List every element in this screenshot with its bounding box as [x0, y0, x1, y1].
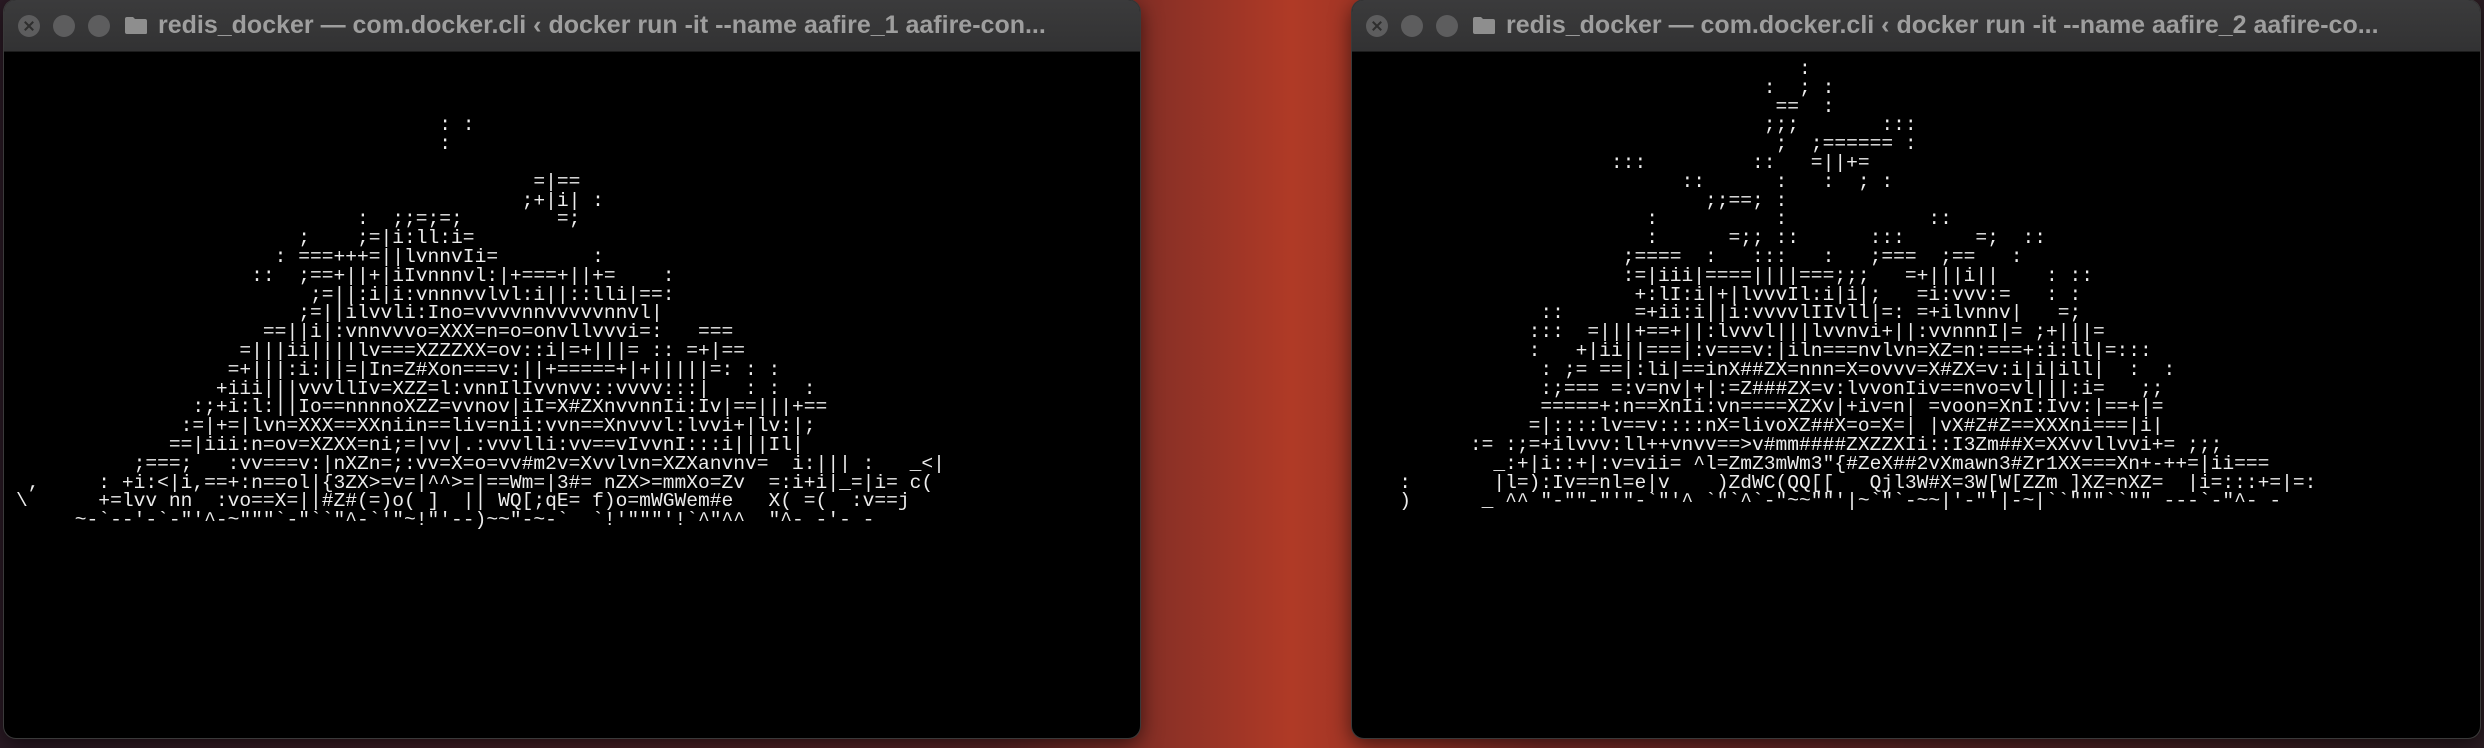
minimize-window-button[interactable]: [53, 14, 75, 37]
window-titlebar[interactable]: redis_docker — com.docker.cli ‹ docker r…: [1352, 0, 2480, 52]
terminal-output[interactable]: : : ; : == : ;;; ::: ; ;====== :::::: …: [1352, 60, 2480, 738]
terminal-output[interactable]: : : : =|== ;+|i| : : ;;=;=; =; ; ;=|i:ll…: [4, 60, 1140, 738]
minimize-window-button[interactable]: [1401, 14, 1423, 37]
terminal-window-aafire-2[interactable]: redis_docker — com.docker.cli ‹ docker r…: [1352, 0, 2480, 738]
close-window-button[interactable]: [18, 14, 40, 37]
traffic-lights: [1366, 14, 1458, 37]
window-titlebar[interactable]: redis_docker — com.docker.cli ‹ docker r…: [4, 0, 1140, 52]
folder-icon: [1473, 17, 1495, 34]
terminal-window-aafire-1[interactable]: redis_docker — com.docker.cli ‹ docker r…: [4, 0, 1140, 738]
zoom-window-button[interactable]: [1436, 14, 1458, 37]
ascii-fire-output: : : ; : == : ;;; ::: ; ;====== :::::: …: [1399, 60, 2317, 513]
window-title: redis_docker — com.docker.cli ‹ docker r…: [158, 11, 1046, 39]
ascii-fire-output: : : : =|== ;+|i| : : ;;=;=; =; ; ;=|i:ll…: [16, 114, 945, 532]
zoom-window-button[interactable]: [88, 14, 110, 37]
window-title: redis_docker — com.docker.cli ‹ docker r…: [1506, 11, 2379, 39]
traffic-lights: [18, 14, 110, 37]
close-window-button[interactable]: [1366, 14, 1388, 37]
folder-icon: [125, 17, 147, 34]
